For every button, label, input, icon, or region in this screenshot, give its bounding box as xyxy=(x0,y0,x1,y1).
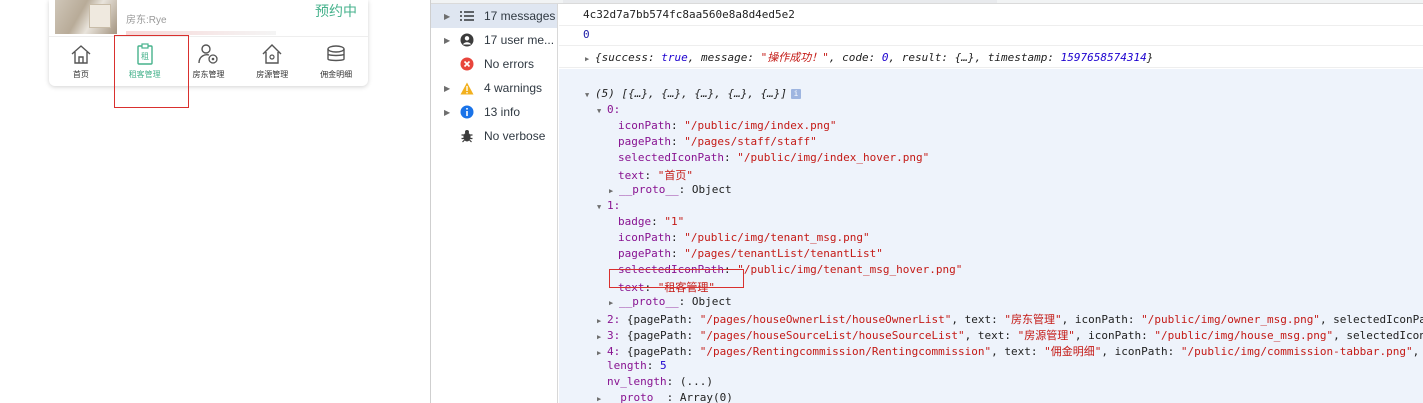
room-thumbnail xyxy=(55,0,117,34)
expand-arrow-icon[interactable]: ▶ xyxy=(444,108,453,117)
highlight-box-tenant-tab xyxy=(114,35,189,108)
info-icon xyxy=(460,105,474,119)
info-badge-icon: i xyxy=(791,89,802,99)
collapse-arrow-icon[interactable]: ▼ xyxy=(597,107,607,115)
highlight-box-badge xyxy=(609,269,744,288)
list-icon xyxy=(460,9,474,23)
devtools-panel: ▶ 17 messages ▶ 17 user me... ▶ No error… xyxy=(430,0,1423,403)
array-item-0[interactable]: ▼ 0: xyxy=(559,103,1423,116)
verbose-icon xyxy=(460,129,474,143)
expand-arrow-icon[interactable]: ▶ xyxy=(444,12,453,21)
bottom-tabbar: 首页 租 租客管理 房东管理 房源管理 佣金明细 xyxy=(49,36,368,86)
array-item-3[interactable]: ▶ 3: {pagePath: "/pages/houseSourceList/h… xyxy=(559,327,1423,343)
tab-commission-details[interactable]: 佣金明细 xyxy=(304,37,368,86)
console-sidebar: ▶ 17 messages ▶ 17 user me... ▶ No error… xyxy=(431,4,558,403)
sidebar-item-label: 13 info xyxy=(484,105,521,119)
console-log-response[interactable]: ▶ {success: true, message: "操作成功！", code:… xyxy=(559,49,1423,65)
collapse-arrow-icon[interactable]: ▼ xyxy=(597,203,607,211)
console-output: 4c32d7a7bb574fc8aa560e8a8d4ed5e2 0 ▶ {suc… xyxy=(559,4,1423,403)
house-icon xyxy=(262,44,282,64)
prop-selectedIconPath: selectedIconPath: "/public/img/index_hov… xyxy=(618,151,930,164)
booking-status: 预约中 xyxy=(315,3,357,19)
tab-label: 佣金明细 xyxy=(320,70,353,79)
prop-iconPath: iconPath: "/public/img/tenant_msg.png" xyxy=(618,231,870,244)
sidebar-item-messages[interactable]: ▶ 17 messages xyxy=(431,4,557,28)
sidebar-item-label: 4 warnings xyxy=(484,81,543,95)
expand-arrow-icon[interactable]: ▶ xyxy=(444,84,453,93)
expand-arrow-icon[interactable]: ▶ xyxy=(444,36,453,45)
array-item-4[interactable]: ▶ 4: {pagePath: "/pages/Rentingcommission… xyxy=(559,343,1423,359)
collapse-arrow-icon[interactable]: ▼ xyxy=(585,91,595,99)
sidebar-item-label: No errors xyxy=(484,57,535,71)
prop-text: text: "首页" xyxy=(618,169,693,182)
console-log-hash[interactable]: 4c32d7a7bb574fc8aa560e8a8d4ed5e2 xyxy=(559,8,1423,21)
prop-proto[interactable]: ▶ __proto__: Object xyxy=(559,183,1423,196)
tab-label: 房源管理 xyxy=(256,70,289,79)
phone-preview: 房东:Rye 预约中 首页 租 租客管理 房东管理 房源管理 佣金明细 xyxy=(49,0,368,86)
owner-icon xyxy=(198,44,219,64)
expand-arrow-icon[interactable]: ▶ xyxy=(597,333,607,341)
prop-pagePath: pagePath: "/pages/tenantList/tenantList" xyxy=(618,247,883,260)
console-log-array: ▼ (5) [{…}, {…}, {…}, {…}, {…}] i ▼ 0: icon… xyxy=(559,69,1423,403)
sidebar-item-user-messages[interactable]: ▶ 17 user me... xyxy=(431,28,557,52)
expand-arrow-icon[interactable]: ▶ xyxy=(597,349,607,357)
sidebar-item-errors[interactable]: ▶ No errors xyxy=(431,52,557,76)
sidebar-item-label: 17 messages xyxy=(484,9,556,23)
expand-arrow-icon[interactable]: ▶ xyxy=(585,55,595,63)
sidebar-item-label: 17 user me... xyxy=(484,33,555,47)
warning-icon xyxy=(460,81,474,95)
user-icon xyxy=(460,33,474,47)
prop-badge: badge: "1" xyxy=(618,215,685,228)
error-icon xyxy=(460,57,474,71)
prop-proto[interactable]: ▶ __proto__: Object xyxy=(559,295,1423,308)
tab-label: 首页 xyxy=(72,70,89,79)
booking-card[interactable]: 房东:Rye 预约中 xyxy=(49,0,368,36)
commission-icon xyxy=(327,45,345,62)
home-icon xyxy=(71,45,91,64)
expand-arrow-icon[interactable]: ▶ xyxy=(597,395,607,403)
prop-pagePath: pagePath: "/pages/staff/staff" xyxy=(618,135,817,148)
tab-house-management[interactable]: 房源管理 xyxy=(240,37,304,86)
array-summary[interactable]: ▼ (5) [{…}, {…}, {…}, {…}, {…}] i xyxy=(559,87,1423,100)
sidebar-item-warnings[interactable]: ▶ 4 warnings xyxy=(431,76,557,100)
array-item-1[interactable]: ▼ 1: xyxy=(559,199,1423,212)
tab-home[interactable]: 首页 xyxy=(49,37,113,86)
expand-arrow-icon[interactable]: ▶ xyxy=(609,187,619,195)
sidebar-item-label: No verbose xyxy=(484,129,546,143)
prop-length: length: 5 xyxy=(607,359,667,372)
landlord-name: 房东:Rye xyxy=(126,15,167,26)
console-log-number[interactable]: 0 xyxy=(559,28,1423,41)
expand-arrow-icon[interactable]: ▶ xyxy=(609,299,619,307)
prop-array-proto[interactable]: ▶ __proto__: Array(0) xyxy=(559,391,1423,403)
array-item-2[interactable]: ▶ 2: {pagePath: "/pages/houseOwnerList/ho… xyxy=(559,311,1423,327)
expand-arrow-icon[interactable]: ▶ xyxy=(597,317,607,325)
sidebar-item-info[interactable]: ▶ 13 info xyxy=(431,100,557,124)
prop-nv-length[interactable]: nv_length: (...) xyxy=(559,375,1423,388)
prop-iconPath: iconPath: "/public/img/index.png" xyxy=(618,119,837,132)
sidebar-item-verbose[interactable]: ▶ No verbose xyxy=(431,124,557,148)
tab-label: 房东管理 xyxy=(192,70,225,79)
